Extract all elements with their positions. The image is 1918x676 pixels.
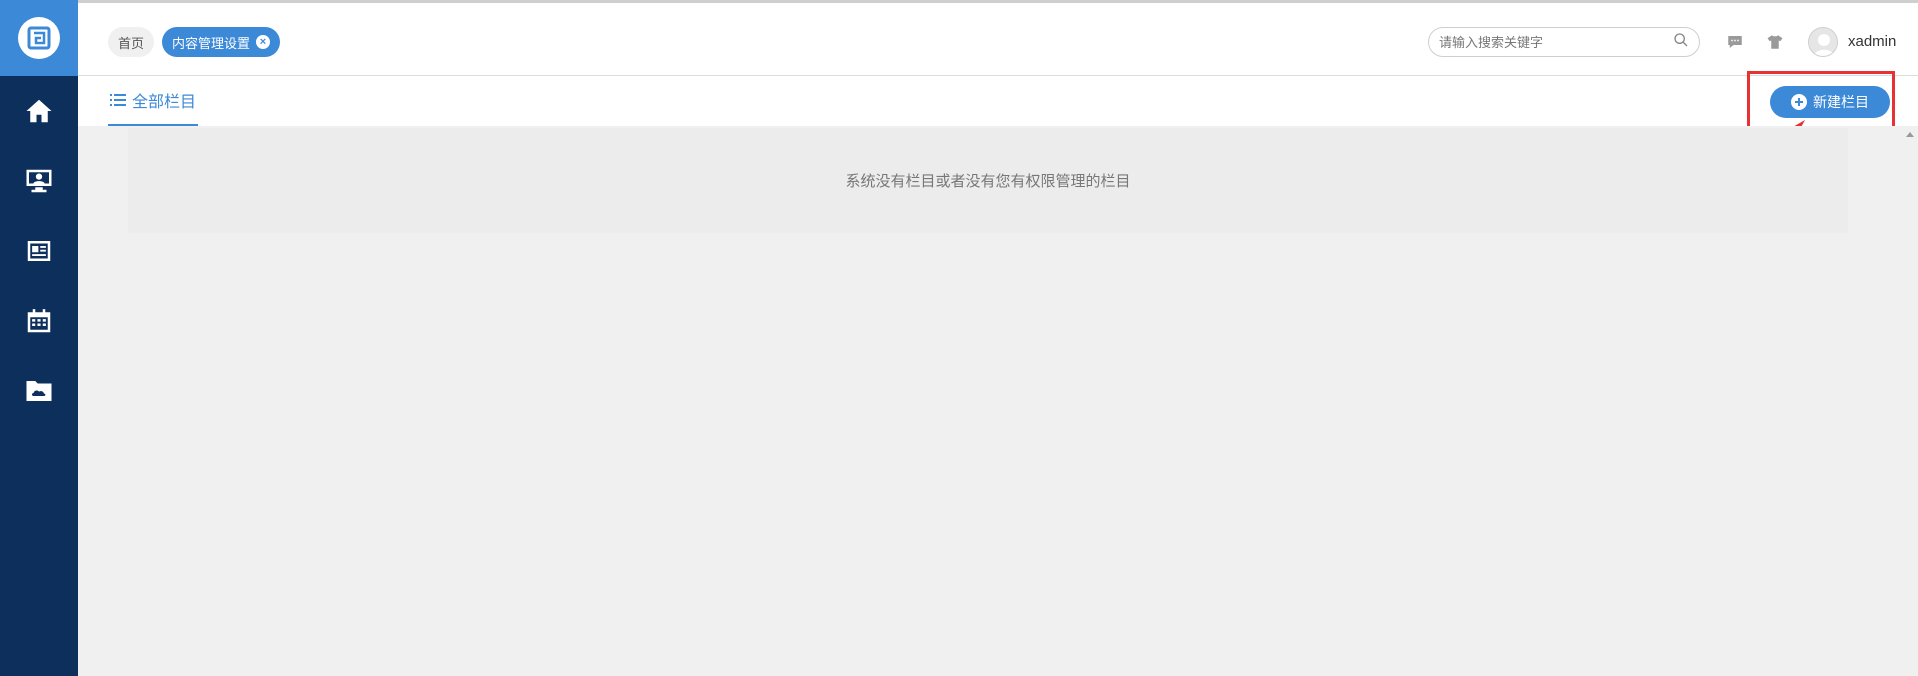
breadcrumb-active-label: 内容管理设置 [172,35,251,51]
breadcrumb-active[interactable]: 内容管理设置 × [162,27,281,57]
breadcrumb-home[interactable]: 首页 [108,27,155,57]
scroll-up-icon[interactable] [1906,132,1914,137]
new-column-label: 新建栏目 [1813,94,1869,110]
breadcrumb-home-label: 首页 [118,35,145,51]
tab-all-columns[interactable]: 全部栏目 [108,76,199,126]
main-content: 系统没有栏目或者没有您有权限管理的栏目 [78,126,1918,676]
sidebar-item-home[interactable] [0,76,78,146]
new-column-button[interactable]: 新建栏目 [1770,86,1890,118]
tab-bar: 全部栏目 新建栏目 [78,76,1918,126]
app-window: 首页 内容管理设置 × xadmin [0,0,1918,676]
top-header: 首页 内容管理设置 × xadmin [78,0,1918,76]
search-box [1428,27,1700,57]
shirt-icon[interactable] [1766,33,1786,53]
logo-icon [18,17,60,59]
empty-state-message: 系统没有栏目或者没有您有权限管理的栏目 [845,173,1131,190]
avatar[interactable] [1808,27,1838,57]
user-avatar-icon [1813,34,1835,56]
search-icon[interactable] [1673,32,1689,53]
list-icon [110,94,126,106]
cloud-folder-icon [26,381,52,401]
calendar-icon [27,309,51,333]
plus-circle-icon [1791,94,1807,110]
sidebar-item-calendar[interactable] [0,286,78,356]
logo[interactable] [0,0,78,76]
news-icon [27,241,51,261]
search-input[interactable] [1439,34,1673,50]
username[interactable]: xadmin [1848,33,1896,50]
sidebar-item-user-monitor[interactable] [0,146,78,216]
sidebar-item-cloud-folder[interactable] [0,356,78,426]
empty-state-panel: 系统没有栏目或者没有您有权限管理的栏目 [128,128,1848,233]
close-icon[interactable]: × [256,35,271,49]
sidebar [0,0,78,676]
sidebar-item-news[interactable] [0,216,78,286]
monitor-user-icon [26,169,52,193]
home-icon [26,99,52,123]
tab-all-columns-label: 全部栏目 [132,94,197,111]
message-icon[interactable] [1726,33,1746,53]
